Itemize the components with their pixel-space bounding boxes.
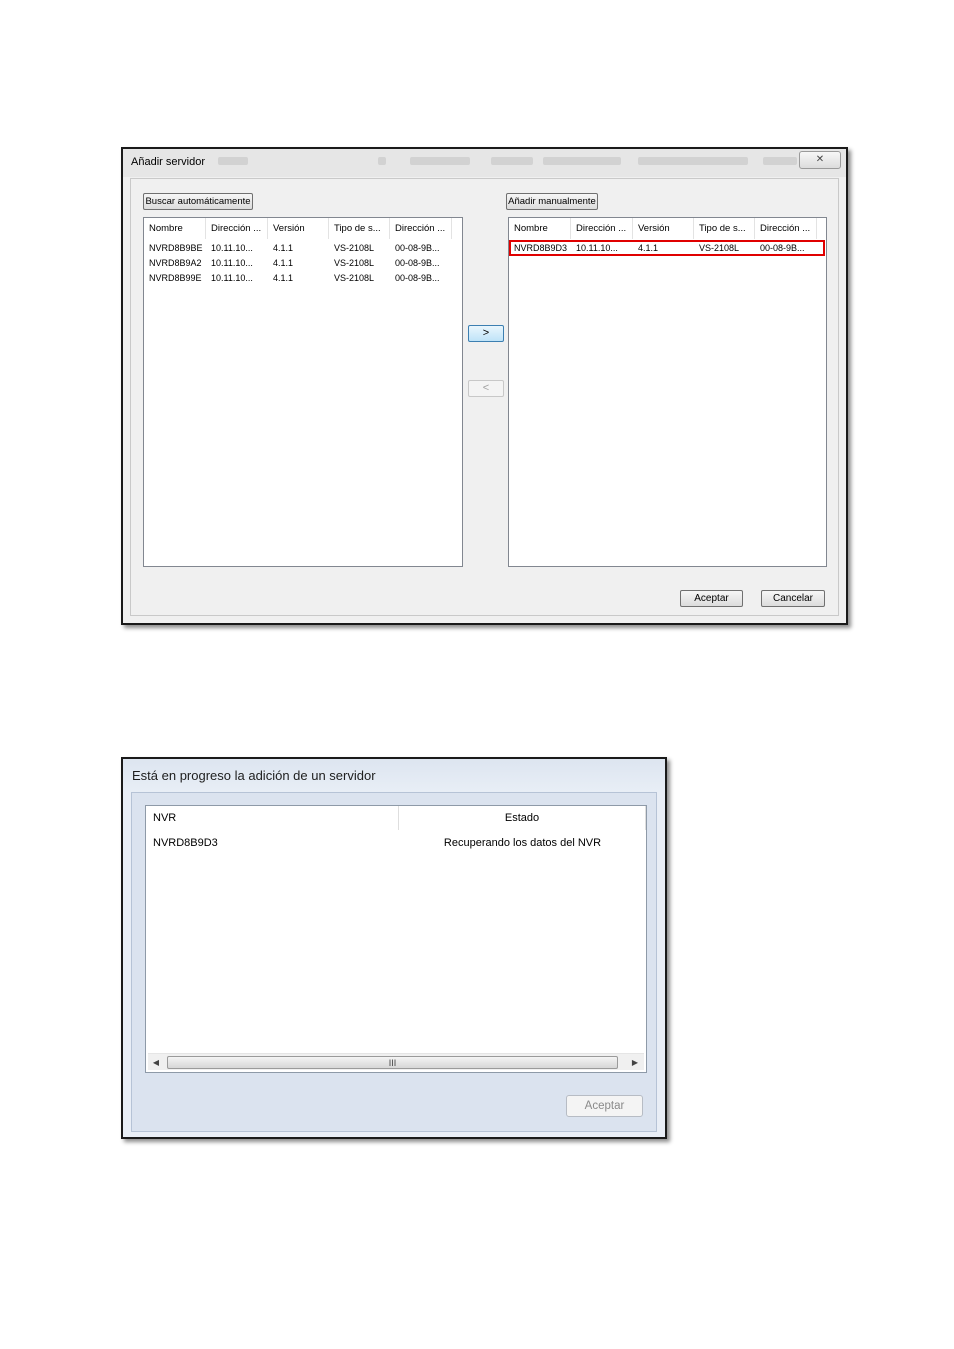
cell-version: 4.1.1 [273,243,294,253]
cell-ip: 10.11.10... [211,243,253,253]
highlight-box [509,240,825,256]
background-ghost [378,157,386,165]
column-header-mac[interactable]: Dirección ... [390,218,452,239]
column-header-name[interactable]: Nombre [509,218,571,239]
cell-ip: 10.11.10... [211,258,253,268]
progress-list[interactable]: NVR Estado NVRD8B9D3 Recuperando los dat… [145,805,647,1073]
dialog-titlebar [123,149,846,177]
cell-name: NVRD8B9A2 [149,258,202,268]
add-server-dialog: Añadir servidor ✕ Buscar automáticamente… [121,147,848,625]
auto-search-button[interactable]: Buscar automáticamente [143,193,253,210]
background-ghost [638,157,748,165]
cell-mac: 00-08-9B... [395,258,440,268]
table-row[interactable]: NVRD8B99E 10.11.10... 4.1.1 VS-2108L 00-… [144,271,462,286]
manual-add-button[interactable]: Añadir manualmente [506,193,598,210]
table-row[interactable]: NVRD8B9A2 10.11.10... 4.1.1 VS-2108L 00-… [144,256,462,271]
cancel-button[interactable]: Cancelar [761,590,825,607]
background-ghost [410,157,470,165]
scroll-right-icon[interactable]: ▶ [628,1055,642,1070]
cell-version: 4.1.1 [273,273,294,283]
cell-mac: 00-08-9B... [395,243,440,253]
move-right-button[interactable]: > [468,325,504,342]
progress-dialog: Está en progreso la adición de un servid… [121,757,667,1139]
cell-type: VS-2108L [334,243,375,253]
column-header-name[interactable]: Nombre [144,218,206,239]
selected-servers-list[interactable]: Nombre Dirección ... Versión Tipo de s..… [508,217,827,567]
discovered-servers-list[interactable]: Nombre Dirección ... Versión Tipo de s..… [143,217,463,567]
ok-button[interactable]: Aceptar [680,590,743,607]
ok-button[interactable]: Aceptar [566,1095,643,1117]
column-header-type[interactable]: Tipo de s... [329,218,390,239]
table-row[interactable]: NVRD8B9BE 10.11.10... 4.1.1 VS-2108L 00-… [144,241,462,256]
close-icon[interactable]: ✕ [799,151,841,169]
column-header-ip[interactable]: Dirección ... [206,218,268,239]
table-row[interactable]: NVRD8B9D3 Recuperando los datos del NVR [146,834,646,852]
cell-type: VS-2108L [334,273,375,283]
move-left-button[interactable]: < [468,380,504,397]
dialog-client-area: Buscar automáticamente Añadir manualment… [130,178,839,616]
column-header-type[interactable]: Tipo de s... [694,218,755,239]
dialog-title: Está en progreso la adición de un servid… [132,768,376,783]
background-ghost [543,157,621,165]
scroll-left-icon[interactable]: ◀ [149,1055,163,1070]
cell-mac: 00-08-9B... [395,273,440,283]
column-header-mac[interactable]: Dirección ... [755,218,817,239]
column-header-version[interactable]: Versión [633,218,694,239]
column-header-ip[interactable]: Dirección ... [571,218,633,239]
cell-version: 4.1.1 [273,258,294,268]
dialog-client-area: NVR Estado NVRD8B9D3 Recuperando los dat… [131,792,657,1132]
column-header-status[interactable]: Estado [399,806,646,830]
cell-nvr: NVRD8B9D3 [153,837,218,849]
scroll-thumb[interactable]: III [167,1056,618,1069]
dialog-title: Añadir servidor [131,156,205,168]
column-header-version[interactable]: Versión [268,218,329,239]
horizontal-scrollbar[interactable]: ◀ III ▶ [148,1053,644,1070]
background-ghost [491,157,533,165]
cell-status: Recuperando los datos del NVR [443,837,602,849]
background-ghost [763,157,797,165]
cell-ip: 10.11.10... [211,273,253,283]
cell-type: VS-2108L [334,258,375,268]
column-header-nvr[interactable]: NVR [146,806,399,830]
cell-name: NVRD8B99E [149,273,202,283]
cell-name: NVRD8B9BE [149,243,203,253]
background-ghost [218,157,248,165]
